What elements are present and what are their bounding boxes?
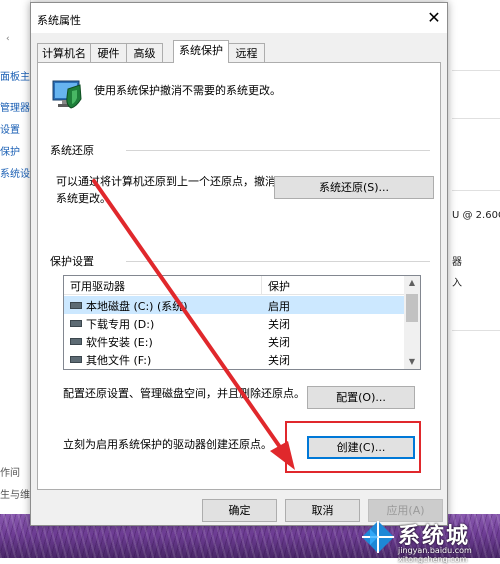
- column-header-drive[interactable]: 可用驱动器: [70, 278, 125, 294]
- bg-spec-text: 器: [452, 257, 462, 268]
- column-separator[interactable]: [261, 276, 262, 294]
- bg-sidebar-label: 作间: [0, 468, 20, 479]
- tab-remote[interactable]: 远程: [228, 43, 265, 62]
- bg-spec-text: U @ 2.60G: [452, 210, 500, 221]
- drive-icon: [70, 302, 82, 309]
- dialog-title: 系统属性: [37, 14, 81, 27]
- bg-divider: [452, 70, 500, 71]
- watermark-url: jingyan.baidu.com xitongcheng.com: [398, 546, 472, 564]
- system-restore-button[interactable]: 系统还原(S)...: [274, 176, 434, 199]
- windows-logo-icon: [362, 521, 394, 553]
- tab-computer-name[interactable]: 计算机名: [37, 43, 91, 62]
- drive-name: 软件安装 (E:): [86, 336, 153, 349]
- bg-divider: [452, 330, 500, 331]
- bg-divider: [452, 118, 500, 119]
- drive-protection-status: 启用: [268, 300, 290, 313]
- restore-description-line: 系统更改。: [56, 192, 111, 205]
- create-description: 立刻为启用系统保护的驱动器创建还原点。: [63, 438, 272, 451]
- drive-list[interactable]: 可用驱动器 保护 本地磁盘 (C:) (系统) 启用 下载专用 (D:) 关闭 …: [63, 275, 421, 370]
- drive-row[interactable]: 本地磁盘 (C:) (系统) 启用: [64, 296, 404, 314]
- bg-sidebar-item[interactable]: 保护: [0, 143, 30, 158]
- cancel-button[interactable]: 取消: [285, 499, 360, 522]
- bg-sidebar-item[interactable]: 系统设: [0, 165, 30, 180]
- column-header-protection[interactable]: 保护: [268, 278, 290, 294]
- annotation-highlight-box: [285, 421, 421, 473]
- bg-sidebar-item[interactable]: 面板主: [0, 68, 30, 83]
- drive-name: 下载专用 (D:): [86, 318, 155, 331]
- drive-row[interactable]: 下载专用 (D:) 关闭: [64, 314, 404, 332]
- tab-advanced[interactable]: 高级: [126, 43, 163, 62]
- configure-description: 配置还原设置、管理磁盘空间，并且删除还原点。: [63, 387, 305, 400]
- configure-button[interactable]: 配置(O)...: [307, 386, 415, 409]
- section-divider: [126, 261, 430, 262]
- drive-name: 其他文件 (F:): [86, 354, 152, 367]
- watermark-logo: 系统城 jingyan.baidu.com xitongcheng.com: [358, 516, 498, 564]
- bg-spec-text: 入: [452, 278, 462, 289]
- scroll-down-icon[interactable]: ▼: [404, 355, 420, 369]
- drive-row[interactable]: 软件安装 (E:) 关闭: [64, 332, 404, 350]
- drive-list-header: 可用驱动器 保护: [64, 276, 404, 295]
- chevron-icon: ‹: [6, 34, 10, 44]
- section-label-system-restore: 系统还原: [50, 142, 98, 158]
- bg-sidebar-item[interactable]: 设置: [0, 121, 30, 136]
- background-sidebar: ‹ 面板主 管理器 设置 保护 系统设 作间 生与维: [0, 0, 31, 520]
- section-divider: [126, 150, 430, 151]
- header-description: 使用系统保护撤消不需要的系统更改。: [94, 84, 281, 97]
- drive-protection-status: 关闭: [268, 354, 290, 367]
- system-protection-icon: [52, 80, 82, 109]
- restore-description: 可以通过将计算机还原到上一个还原点，撤消 系统更改。: [56, 173, 288, 207]
- bg-divider: [452, 190, 500, 191]
- drive-icon: [70, 320, 82, 327]
- drive-protection-status: 关闭: [268, 336, 290, 349]
- drive-icon: [70, 338, 82, 345]
- restore-description-line: 可以通过将计算机还原到上一个还原点，撤消: [56, 175, 276, 188]
- section-label-protection-settings: 保护设置: [50, 253, 98, 269]
- bg-sidebar-label: 生与维: [0, 490, 30, 501]
- title-bar[interactable]: 系统属性 ✕: [31, 3, 447, 33]
- scrollbar-thumb[interactable]: [406, 294, 418, 322]
- bg-sidebar-item[interactable]: 管理器: [0, 99, 30, 114]
- drive-icon: [70, 356, 82, 363]
- drive-name: 本地磁盘 (C:) (系统): [86, 300, 188, 313]
- close-icon[interactable]: ✕: [423, 7, 445, 29]
- scroll-up-icon[interactable]: ▲: [404, 276, 420, 290]
- tab-system-protection[interactable]: 系统保护: [173, 40, 229, 63]
- drive-protection-status: 关闭: [268, 318, 290, 331]
- ok-button[interactable]: 确定: [202, 499, 277, 522]
- drive-row[interactable]: 其他文件 (F:) 关闭: [64, 350, 404, 368]
- tab-hardware[interactable]: 硬件: [90, 43, 127, 62]
- drive-list-scrollbar[interactable]: ▲ ▼: [404, 276, 420, 369]
